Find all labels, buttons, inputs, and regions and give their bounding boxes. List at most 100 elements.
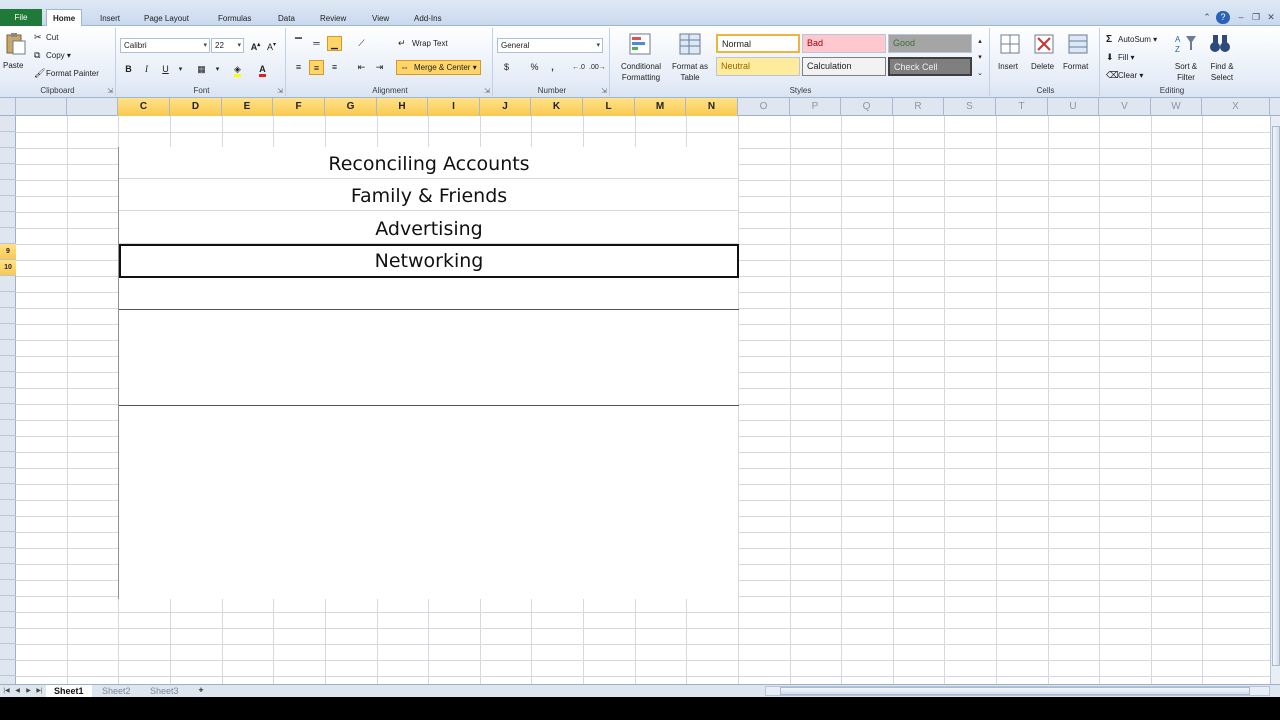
window-close-icon[interactable]: ✕ <box>1264 11 1278 24</box>
italic-button[interactable]: I <box>139 62 154 77</box>
row-header[interactable]: 9 <box>0 244 16 260</box>
cell-family-friends[interactable]: Family & Friends <box>119 181 739 211</box>
row-header[interactable] <box>0 308 16 324</box>
comma-button[interactable]: , <box>545 60 560 75</box>
styles-scroll-down-icon[interactable]: ▾ <box>974 50 986 65</box>
tab-home[interactable]: Home <box>46 9 83 27</box>
column-header-j[interactable]: J <box>480 98 531 116</box>
row-header[interactable] <box>0 612 16 628</box>
tab-page-layout[interactable]: Page Layout <box>138 11 195 26</box>
column-header-e[interactable]: E <box>222 98 273 116</box>
column-header-b[interactable] <box>67 98 118 116</box>
row-header[interactable] <box>0 468 16 484</box>
row-header[interactable] <box>0 180 16 196</box>
prev-sheet-icon[interactable]: ◀ <box>13 686 22 696</box>
tab-formulas[interactable]: Formulas <box>212 11 257 26</box>
insert-button[interactable]: Insert <box>998 61 1018 72</box>
row-header[interactable] <box>0 276 16 292</box>
fill-button[interactable]: ⬇ Fill ▾ <box>1106 52 1134 63</box>
font-launcher-icon[interactable]: ⇲ <box>277 87 283 95</box>
row-header[interactable] <box>0 436 16 452</box>
wrap-text-button[interactable]: ↵ Wrap Text <box>398 38 448 49</box>
shrink-font-icon[interactable]: A▾ <box>264 38 279 53</box>
align-center-icon[interactable]: ≡ <box>309 60 324 75</box>
format-button[interactable]: Format <box>1063 61 1088 72</box>
align-right-icon[interactable]: ≡ <box>327 60 342 75</box>
column-header-w[interactable]: W <box>1151 98 1202 116</box>
next-sheet-icon[interactable]: ▶ <box>24 686 33 696</box>
cell-advertising[interactable]: Advertising <box>119 214 739 244</box>
column-header-r[interactable]: R <box>893 98 944 116</box>
window-minimize-icon[interactable]: – <box>1234 11 1248 24</box>
column-header-f[interactable]: F <box>273 98 325 116</box>
row-header[interactable] <box>0 532 16 548</box>
row-header[interactable] <box>0 148 16 164</box>
style-bad[interactable]: Bad <box>802 34 886 53</box>
number-format-dropdown[interactable]: General ▾ <box>497 38 603 53</box>
row-header[interactable] <box>0 404 16 420</box>
column-header-v[interactable]: V <box>1099 98 1151 116</box>
conditional-formatting-button[interactable]: Conditional Formatting <box>614 61 668 83</box>
column-header-u[interactable]: U <box>1048 98 1099 116</box>
orientation-icon[interactable]: ⟋ <box>354 36 369 51</box>
cut-button[interactable]: ✂ Cut <box>34 32 58 43</box>
column-header-n[interactable]: N <box>686 98 738 116</box>
tab-data[interactable]: Data <box>272 11 301 26</box>
column-header-g[interactable]: G <box>325 98 377 116</box>
format-painter-button[interactable]: 🖌Format Painter <box>34 68 99 79</box>
percent-button[interactable]: % <box>527 60 542 75</box>
font-color-icon[interactable]: A <box>255 62 270 77</box>
row-header[interactable] <box>0 164 16 180</box>
sheet-tab-3[interactable]: Sheet3 <box>142 685 187 697</box>
file-tab[interactable]: File <box>0 9 42 26</box>
select-all-corner[interactable] <box>0 98 16 116</box>
tab-view[interactable]: View <box>366 11 395 26</box>
font-size-dropdown[interactable]: 22 ▾ <box>211 38 244 53</box>
autosum-button[interactable]: Σ AutoSum ▾ <box>1106 34 1157 45</box>
style-check-cell[interactable]: Check Cell <box>888 57 972 76</box>
decrease-decimal-icon[interactable]: .00→ <box>589 60 606 75</box>
column-header-k[interactable]: K <box>531 98 583 116</box>
vertical-scroll-thumb[interactable] <box>1272 126 1280 666</box>
styles-more-icon[interactable]: ⌄ <box>974 66 986 81</box>
column-header-c[interactable]: C <box>118 98 170 116</box>
row-header[interactable] <box>0 548 16 564</box>
minimize-ribbon-icon[interactable]: ⌃ <box>1200 11 1214 24</box>
bottom-align-icon[interactable]: ▁ <box>327 36 342 51</box>
clipboard-launcher-icon[interactable]: ⇲ <box>107 87 113 95</box>
merged-cell-block[interactable]: Reconciling Accounts Family & Friends Ad… <box>118 147 739 599</box>
vertical-scrollbar[interactable] <box>1270 116 1280 684</box>
row-header[interactable] <box>0 628 16 644</box>
style-good[interactable]: Good <box>888 34 972 53</box>
horizontal-scrollbar[interactable] <box>765 686 1270 696</box>
column-header-h[interactable]: H <box>377 98 428 116</box>
align-left-icon[interactable]: ≡ <box>291 60 306 75</box>
row-header[interactable] <box>0 116 16 132</box>
sheet-tab-2[interactable]: Sheet2 <box>94 685 139 697</box>
row-header[interactable]: 10 <box>0 260 16 276</box>
borders-dropdown-icon[interactable]: ▾ <box>210 62 225 77</box>
row-header[interactable] <box>0 324 16 340</box>
row-header[interactable] <box>0 644 16 660</box>
sheet-tab-1[interactable]: Sheet1 <box>46 685 92 697</box>
column-header-q[interactable]: Q <box>841 98 893 116</box>
window-restore-icon[interactable]: ❐ <box>1249 11 1263 24</box>
tab-review[interactable]: Review <box>314 11 352 26</box>
grow-font-icon[interactable]: A▴ <box>248 38 263 53</box>
row-header[interactable] <box>0 500 16 516</box>
column-header-x[interactable]: X <box>1202 98 1270 116</box>
column-header-l[interactable]: L <box>583 98 635 116</box>
tab-insert[interactable]: Insert <box>94 11 126 26</box>
row-header[interactable] <box>0 452 16 468</box>
bold-button[interactable]: B <box>121 62 136 77</box>
underline-button[interactable]: U <box>158 62 173 77</box>
fill-color-icon[interactable]: ◈ <box>230 62 245 77</box>
borders-icon[interactable]: ▦ <box>194 62 209 77</box>
row-header[interactable] <box>0 660 16 676</box>
decrease-indent-icon[interactable]: ⇤ <box>354 60 369 75</box>
row-header[interactable] <box>0 420 16 436</box>
column-header-t[interactable]: T <box>996 98 1048 116</box>
find-select-button[interactable]: Find & Select <box>1206 61 1238 83</box>
top-align-icon[interactable]: ▔ <box>291 36 306 51</box>
row-header[interactable] <box>0 388 16 404</box>
